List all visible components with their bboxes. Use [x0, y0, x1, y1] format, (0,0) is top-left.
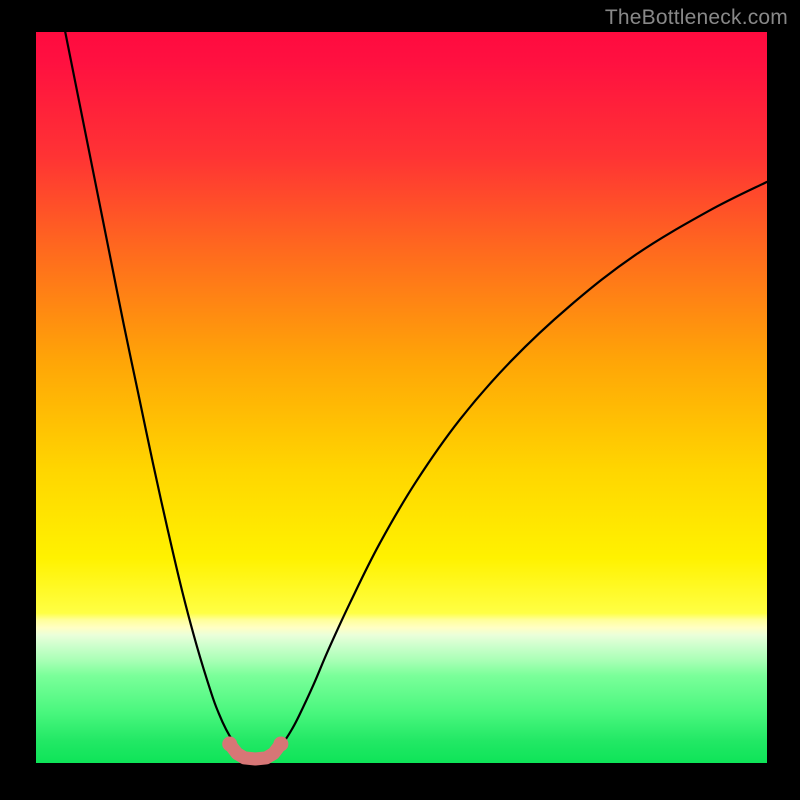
segment-end-dot [273, 736, 288, 751]
bottom-sausage [230, 744, 281, 759]
right-curve [277, 182, 767, 751]
left-curve [65, 32, 240, 751]
plot-area [36, 32, 767, 763]
chart-frame: TheBottleneck.com [0, 0, 800, 800]
curves-svg [36, 32, 767, 763]
watermark-text: TheBottleneck.com [605, 6, 788, 30]
bottom-segments [222, 736, 288, 758]
segment-end-dot [222, 736, 237, 751]
